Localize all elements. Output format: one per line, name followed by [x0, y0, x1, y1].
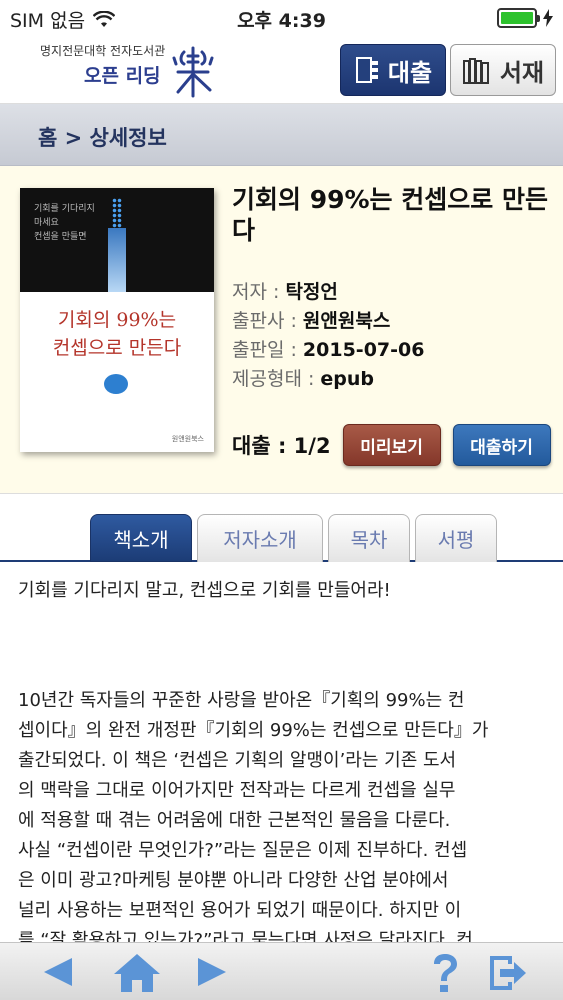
description-headline: 기회를 기다리지 말고, 컨셉으로 기회를 만들어라! [18, 580, 391, 601]
cover-dots [112, 198, 122, 228]
cover-top: 기회를 기다리지 마세요 컨셉을 만들면 [20, 188, 214, 292]
author-row: 저자 : 탁정언 [232, 281, 338, 303]
tab-bar: 책소개 저자소개 목차 서평 [0, 494, 563, 562]
book-title: 기회의 99%는 컨셉으로 만든 다 [232, 185, 548, 245]
description-line: 셉이다』의 완전 개정판『기회의 99%는 컨셉으로 만든다』가 [18, 720, 489, 741]
music-character-logo-icon [172, 46, 214, 98]
home-icon[interactable] [112, 952, 162, 994]
cover-publisher: 원앤원북스 [171, 435, 204, 443]
book-description: 기회를 기다리지 말고, 컨셉으로 기회를 만들어라! 10년간 독자들의 꾸준… [18, 576, 548, 942]
loan-row: 대출 : 1/2 미리보기 대출하기 [232, 424, 551, 466]
description-line: 출간되었다. 이 책은 ‘컨셉은 기획의 알맹이’라는 기존 도서 [18, 750, 457, 771]
status-right [497, 8, 553, 28]
cover-door [108, 228, 126, 292]
description-line: 의 맥락을 그대로 이어가지만 전작과는 다르게 컨셉을 실무 [18, 780, 456, 801]
book-info-panel: 기회를 기다리지 마세요 컨셉을 만들면 기회의 99%는 컨셉으로 만든다 원… [0, 166, 563, 494]
description-line: 10년간 독자들의 꾸준한 사랑을 받아온『기획의 99%는 컨 [18, 690, 465, 711]
cover-tagline: 기회를 기다리지 마세요 컨셉을 만들면 [34, 204, 95, 242]
brand-name: 오픈 리딩 [84, 65, 161, 87]
cover-title: 기회의 99%는 컨셉으로 만든다 [52, 309, 182, 359]
description-line: 에 적용할 때 겪는 어려움에 대한 근본적인 물음을 다룬다. [18, 810, 451, 831]
university-name: 명지전문대학 전자도서관 [40, 44, 166, 58]
loan-status: 대출 : 1/2 [232, 434, 331, 458]
logout-icon[interactable] [486, 952, 528, 994]
tab-contents[interactable]: 목차 [328, 514, 410, 562]
forward-arrow-icon[interactable] [192, 952, 232, 992]
description-line: 은 이미 광고?마케팅 분야뿐 아니라 다양한 산업 분야에서 [18, 870, 449, 891]
book-loan-icon [355, 57, 378, 83]
charging-bolt-icon [543, 9, 553, 27]
date-row: 출판일 : 2015-07-06 [232, 339, 425, 361]
help-icon[interactable] [428, 952, 462, 994]
bottom-toolbar [0, 942, 563, 1000]
description-line: 를 “잘 활용하고 있는가?”라고 묻는다면 사정은 달라진다. 컨 [18, 930, 473, 942]
battery-icon [497, 8, 540, 28]
book-meta: 저자 : 탁정언 출판사 : 원앤원북스 출판일 : 2015-07-06 제공… [232, 278, 424, 394]
breadcrumb-text[interactable]: 홈 > 상세정보 [38, 122, 167, 152]
app-header: 명지전문대학 전자도서관 오픈 리딩 대출 서재 [0, 36, 563, 104]
format-row: 제공형태 : epub [232, 368, 375, 390]
tab-reviews[interactable]: 서평 [415, 514, 497, 562]
back-arrow-icon[interactable] [38, 952, 78, 992]
tab-author-intro[interactable]: 저자소개 [197, 514, 323, 562]
status-bar: SIM 없음 오후 4:39 [0, 0, 563, 36]
loan-button-label: 대출 [387, 58, 433, 87]
cover-badge-icon [104, 374, 128, 394]
loan-button[interactable]: 대출 [340, 44, 446, 96]
preview-button[interactable]: 미리보기 [342, 424, 441, 466]
breadcrumb: 홈 > 상세정보 [0, 104, 563, 166]
bookshelf-button[interactable]: 서재 [450, 44, 556, 96]
book-cover[interactable]: 기회를 기다리지 마세요 컨셉을 만들면 기회의 99%는 컨셉으로 만든다 원… [20, 188, 214, 452]
tab-book-intro[interactable]: 책소개 [90, 514, 192, 562]
bookshelf-button-label: 서재 [499, 58, 545, 87]
borrow-button[interactable]: 대출하기 [452, 424, 551, 466]
description-line: 널리 사용하는 보편적인 용어가 되었기 때문이다. 하지만 이 [18, 900, 462, 921]
publisher-row: 출판사 : 원앤원북스 [232, 310, 391, 332]
description-line: 사실 “컨셉이란 무엇인가?”라는 질문은 이제 진부하다. 컨셉 [18, 840, 468, 861]
app-logo[interactable]: 명지전문대학 전자도서관 오픈 리딩 [40, 42, 214, 98]
bookshelf-icon [462, 58, 489, 84]
clock: 오후 4:39 [237, 10, 326, 32]
battery-fill [501, 12, 533, 24]
